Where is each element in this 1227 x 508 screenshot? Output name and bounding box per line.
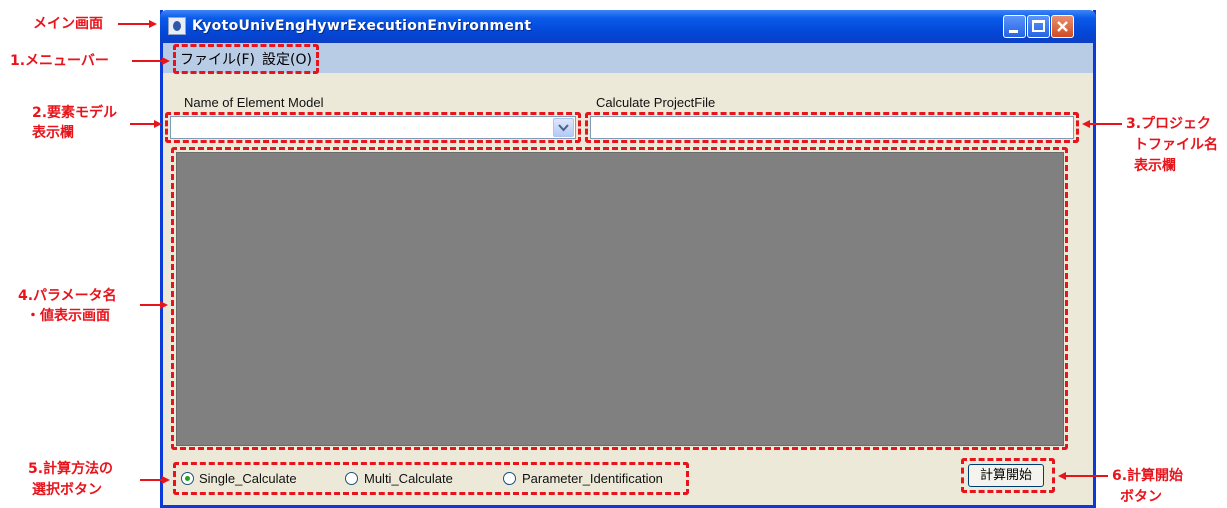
annotation-parameter-grid-1: 4.パラメータ名 xyxy=(18,288,117,304)
annotation-project-file-3: 表示欄 xyxy=(1134,158,1176,174)
annotation-arrows xyxy=(118,20,1122,484)
annotation-main-screen: メイン画面 xyxy=(33,16,103,32)
annotation-parameter-grid-2: ・値表示画面 xyxy=(26,308,110,324)
annotation-calc-method-1: 5.計算方法の xyxy=(28,461,114,477)
annotation-element-model-2: 表示欄 xyxy=(32,125,74,141)
annotation-menu-bar: 1.メニューバー xyxy=(10,53,109,69)
annotation-start-button-2: ボタン xyxy=(1120,489,1162,505)
annotation-calc-method-2: 選択ボタン xyxy=(32,482,102,498)
annotation-project-file-1: 3.プロジェク xyxy=(1126,116,1212,132)
annotation-start-button-1: 6.計算開始 xyxy=(1112,468,1184,484)
annotation-element-model-1: 2.要素モデル xyxy=(32,105,118,121)
annotation-project-file-2: トファイル名 xyxy=(1134,137,1218,153)
